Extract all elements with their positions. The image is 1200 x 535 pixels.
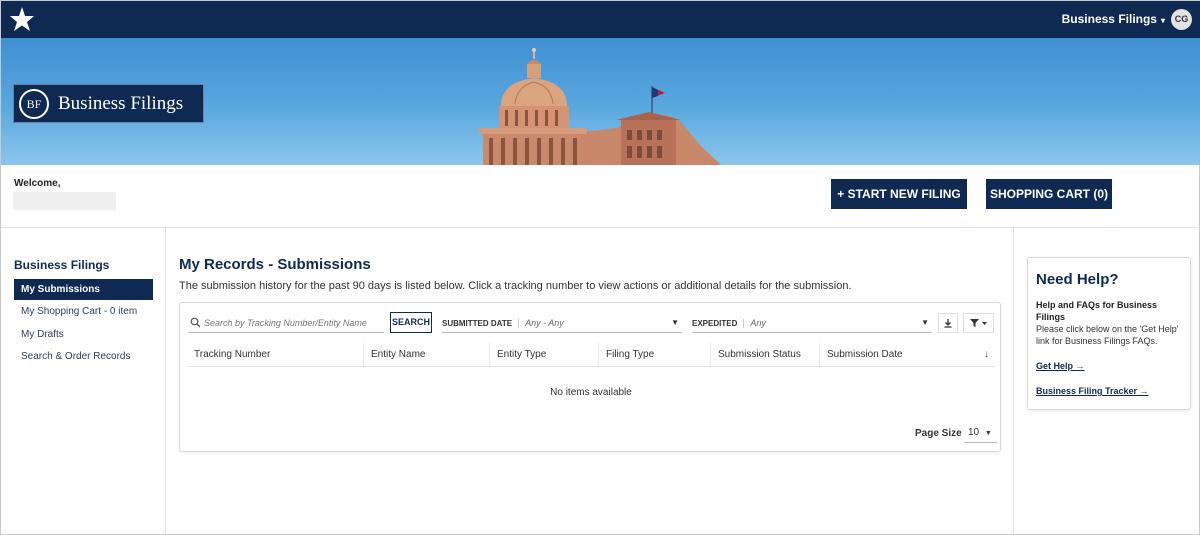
download-icon [944, 319, 952, 328]
column-tracking-number[interactable]: Tracking Number [187, 343, 363, 367]
page-size-label: Page Size [915, 428, 962, 439]
expedited-label: EXPEDITED [692, 319, 745, 328]
submissions-panel: SEARCH SUBMITTED DATE Any - Any ▼ EXPEDIT… [179, 302, 1001, 452]
star-logo-icon[interactable] [9, 6, 35, 32]
help-description: Please click below on the 'Get Help' lin… [1036, 324, 1179, 346]
page-size-value: 10 [968, 427, 980, 438]
page-description: The submission history for the past 90 d… [179, 280, 852, 292]
bf-logo-mark: BF [19, 89, 49, 119]
top-navbar: Business Filings ▾ CG [1, 1, 1200, 38]
search-button[interactable]: SEARCH [390, 312, 432, 333]
column-entity-type[interactable]: Entity Type [489, 343, 598, 367]
page-title: My Records - Submissions [179, 256, 371, 273]
expedited-value: Any [750, 318, 766, 328]
sidebar-title: Business Filings [14, 258, 110, 272]
business-filings-menu[interactable]: Business Filings ▾ [1062, 12, 1165, 26]
sidebar-item-search-order-records[interactable]: Search & Order Records [14, 346, 153, 367]
help-subtitle: Help and FAQs for Business Filings [1036, 300, 1158, 322]
hero-banner: BF Business Filings [1, 38, 1200, 165]
welcome-label: Welcome, [14, 178, 61, 189]
redacted-user-name [13, 192, 116, 210]
user-avatar[interactable]: CG [1171, 9, 1192, 30]
submitted-date-label: SUBMITTED DATE [442, 319, 520, 328]
column-submission-status[interactable]: Submission Status [710, 343, 819, 367]
column-filing-type[interactable]: Filing Type [598, 343, 710, 367]
sidebar-item-my-submissions[interactable]: My Submissions [14, 279, 153, 300]
logo-text: Business Filings [58, 93, 184, 114]
sort-arrow-icon[interactable]: ↓ [977, 343, 995, 367]
capitol-building-image [479, 48, 721, 165]
sidebar-item-my-drafts[interactable]: My Drafts [14, 324, 153, 345]
help-card: Need Help? Help and FAQs for Business Fi… [1027, 257, 1191, 410]
get-help-link[interactable]: Get Help → [1036, 361, 1085, 371]
submitted-date-value: Any - Any [525, 318, 564, 328]
shopping-cart-button[interactable]: SHOPPING CART (0) [986, 179, 1112, 209]
search-input[interactable] [204, 315, 382, 331]
table-header: Tracking Number Entity Name Entity Type … [187, 343, 995, 367]
sidebar: Business Filings My Submissions My Shopp… [1, 228, 166, 535]
search-icon [190, 317, 201, 328]
business-filing-tracker-link[interactable]: Business Filing Tracker → [1036, 386, 1149, 396]
expedited-filter[interactable]: EXPEDITED Any ▼ [692, 313, 932, 333]
chevron-down-icon: ▾ [1160, 16, 1165, 25]
download-button[interactable] [938, 313, 958, 333]
search-field[interactable] [188, 313, 384, 333]
filter-icon [969, 319, 987, 327]
caret-down-icon: ▼ [671, 318, 679, 327]
start-new-filing-button[interactable]: + START NEW FILING [831, 179, 967, 209]
filter-button[interactable] [963, 313, 994, 333]
help-title: Need Help? [1036, 271, 1119, 288]
column-submission-date[interactable]: Submission Date [819, 343, 977, 367]
business-filings-menu-label: Business Filings [1061, 12, 1157, 26]
business-filings-logo: BF Business Filings [13, 84, 204, 123]
caret-down-icon: ▼ [921, 318, 929, 327]
caret-down-icon: ▼ [984, 430, 992, 437]
main-content: My Records - Submissions The submission … [166, 228, 1014, 535]
sidebar-item-shopping-cart[interactable]: My Shopping Cart - 0 item [14, 301, 153, 322]
welcome-row: Welcome, + START NEW FILING SHOPPING CAR… [1, 165, 1200, 228]
column-entity-name[interactable]: Entity Name [363, 343, 489, 367]
page-size-select[interactable]: 10 ▼ [964, 423, 997, 443]
empty-state-message: No items available [550, 387, 632, 398]
submitted-date-filter[interactable]: SUBMITTED DATE Any - Any ▼ [442, 313, 682, 333]
